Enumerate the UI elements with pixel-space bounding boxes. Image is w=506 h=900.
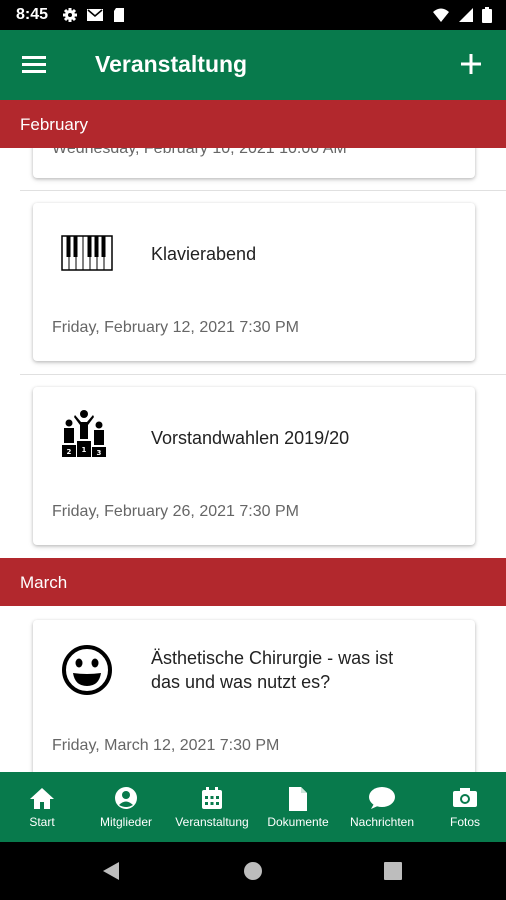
piano-keys-icon xyxy=(61,235,113,271)
battery-icon xyxy=(482,7,492,23)
nav-veranstaltung[interactable]: Veranstaltung xyxy=(168,772,256,842)
event-card[interactable]: Ästhetische Chirurgie - was ist das und … xyxy=(33,620,475,772)
event-title: Vorstandwahlen 2019/20 xyxy=(151,428,350,448)
camera-icon xyxy=(453,788,477,807)
page-title: Veranstaltung xyxy=(95,51,248,77)
gear-icon xyxy=(63,8,77,22)
document-icon xyxy=(289,787,307,811)
svg-text:1: 1 xyxy=(82,446,87,454)
menu-icon[interactable] xyxy=(20,52,50,78)
nav-dokumente[interactable]: Dokumente xyxy=(260,772,336,842)
nav-label: Mitglieder xyxy=(99,815,153,829)
back-icon[interactable] xyxy=(101,861,121,881)
event-card[interactable]: 1 2 3 Vorstandwahlen 2019/20 Friday, Febru… xyxy=(33,387,475,545)
nav-fotos[interactable]: Fotos xyxy=(432,772,498,842)
event-title-line2: das und was nutzt es? xyxy=(151,672,331,692)
event-card[interactable]: Klavierabend Friday, February 12, 2021 7… xyxy=(33,203,475,361)
add-icon[interactable] xyxy=(456,49,486,79)
calendar-icon xyxy=(202,787,222,809)
section-header-march: March xyxy=(0,558,506,606)
event-date: Friday, March 12, 2021 7:30 PM xyxy=(52,737,280,754)
chat-icon xyxy=(369,787,395,809)
nav-label: Veranstaltung xyxy=(175,815,249,829)
nav-label: Fotos xyxy=(449,815,480,829)
wifi-icon xyxy=(433,8,449,22)
nav-start[interactable]: Start xyxy=(8,772,76,842)
signal-icon xyxy=(459,8,473,22)
person-icon xyxy=(115,787,137,809)
recents-icon[interactable] xyxy=(384,862,402,880)
nav-nachrichten[interactable]: Nachrichten xyxy=(342,772,422,842)
event-title-line1: Ästhetische Chirurgie - was ist xyxy=(151,648,394,668)
section-header-february: February xyxy=(0,100,506,148)
nav-label: Dokumente xyxy=(267,815,329,829)
home-icon xyxy=(30,788,54,809)
nav-label: Nachrichten xyxy=(349,815,415,829)
system-navigation-bar xyxy=(0,842,506,900)
event-list[interactable]: Wednesday, February 10, 2021 10:00 AM Fe… xyxy=(0,100,506,772)
sd-card-icon xyxy=(114,8,124,22)
event-title: Klavierabend xyxy=(151,244,257,264)
svg-text:3: 3 xyxy=(97,449,102,457)
bottom-navigation: Start Mitglieder Veranstaltung Dokumente xyxy=(0,772,506,842)
podium-icon: 1 2 3 xyxy=(62,410,106,457)
nav-mitglieder[interactable]: Mitglieder xyxy=(86,772,166,842)
app-bar: Veranstaltung xyxy=(0,30,506,100)
mail-icon xyxy=(87,9,103,21)
svg-text:2: 2 xyxy=(67,448,72,456)
home-button-icon[interactable] xyxy=(243,861,263,881)
event-date: Friday, February 12, 2021 7:30 PM xyxy=(52,319,299,336)
event-date: Friday, February 26, 2021 7:30 PM xyxy=(52,503,299,520)
nav-label: Start xyxy=(29,815,55,829)
status-bar: 8:45 xyxy=(0,0,506,30)
status-time: 8:45 xyxy=(16,6,49,23)
smiley-icon xyxy=(62,645,112,695)
